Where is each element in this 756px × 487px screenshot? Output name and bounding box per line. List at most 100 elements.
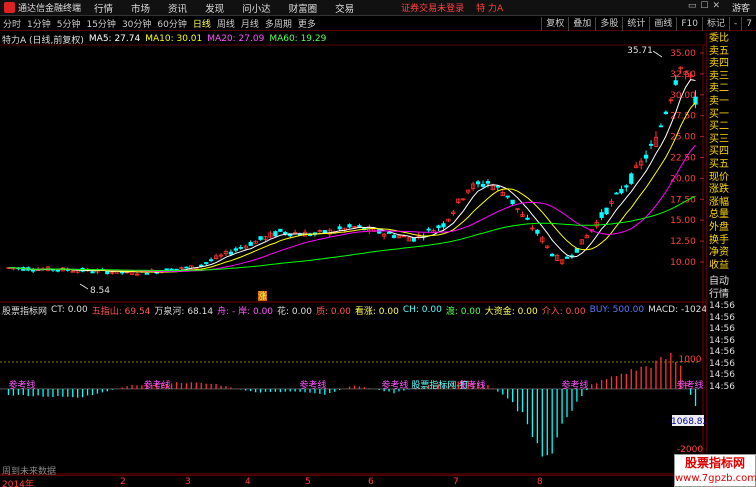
candle-body — [248, 241, 253, 246]
indicator-value: 万泉河: 68.14 — [154, 306, 214, 317]
watermark-url: www.7gpzb.com — [675, 473, 756, 484]
indicator-value: 舟: - 岸: 0.00 — [217, 306, 274, 317]
guest-label[interactable]: 游客 — [732, 1, 750, 14]
side-field-label: 涨跌 — [709, 184, 729, 196]
price-axis-label: 15.00 — [670, 216, 696, 226]
price-axis-label: 10.00 — [670, 258, 696, 268]
side-field-label: 买四 — [709, 146, 729, 158]
side-field-label: 外盘 — [709, 221, 729, 233]
tick-time: 14:56 — [709, 312, 735, 323]
candle-body — [337, 226, 342, 230]
candle-body — [475, 181, 481, 185]
time-axis: 2014年 2 3 4 5 6 7 8 — [0, 475, 706, 487]
candle-body — [55, 269, 61, 272]
close-icon[interactable]: ✕ — [712, 1, 720, 14]
ma5-line — [8, 79, 696, 273]
candle-body — [480, 183, 486, 187]
candle-body — [436, 225, 441, 229]
tool-button[interactable]: - — [729, 17, 741, 31]
candle-body — [90, 271, 95, 274]
price-axis-label: 20.00 — [670, 174, 696, 184]
candle-body — [174, 268, 179, 271]
high-price-label: 35.71 — [627, 46, 653, 56]
app-window: 通达信金融终端 行情 市场 资讯 发现 问小达 财富圈 交易 证券交易未登录 特… — [0, 0, 756, 487]
side-field-label: 现价 — [709, 171, 729, 183]
indicator-value: MACD: -1024.68 — [648, 305, 706, 315]
price-axis-label: 35.00 — [670, 49, 696, 59]
ma10-line — [8, 102, 696, 273]
indicator-line: 股票指标网 CT: 0.00 五指山: 69.54 万泉河: 68.14 舟: - 岸:… — [0, 304, 706, 316]
candle-body — [238, 247, 243, 249]
time-axis-label: 4 — [245, 477, 251, 487]
candle-body — [599, 212, 604, 218]
candle-body — [648, 143, 654, 146]
candle-body — [535, 229, 540, 234]
tick-time: 14:56 — [709, 301, 735, 312]
candle-body — [347, 224, 352, 228]
low-price-label: 8.54 — [90, 286, 110, 296]
time-axis-label: 7 — [453, 477, 459, 487]
side-field-label: 涨幅 — [709, 196, 729, 208]
side-field-label: 卖五 — [709, 45, 729, 57]
side-field-label: 总量 — [709, 209, 729, 221]
candle-body — [411, 237, 416, 242]
side-field-label: 净资 — [709, 247, 729, 259]
quote-side-panel: 委比 卖五 卖四 卖三 卖二 卖一 买一 买二 买三 买四 买五 现价 涨跌 涨幅 总量 外盘 换手 净资 收益 自动… — [706, 33, 756, 487]
candle-body — [184, 266, 189, 269]
kline-chart[interactable]: 35.0032.5030.0027.5025.0022.5020.0017.50… — [0, 0, 706, 475]
side-field-label: 卖二 — [709, 83, 729, 95]
tool-button[interactable]: 标记 — [702, 17, 729, 31]
candle-body — [658, 125, 664, 128]
candle-body — [510, 199, 515, 205]
candle-body — [357, 225, 362, 228]
indicator-value: 介入: 0.00 — [541, 306, 586, 317]
reference-label: 参考线 — [381, 379, 408, 391]
indicator-value: 质: 0.00 — [315, 306, 351, 317]
side-tab[interactable]: 自动 — [707, 276, 756, 289]
candle-body — [495, 185, 500, 188]
macd-axis-label: 1000 — [679, 355, 702, 365]
side-field-label: 买一 — [709, 108, 729, 120]
indicator-value: CT: 0.00 — [51, 305, 88, 315]
candle-body — [619, 188, 624, 194]
candle-body — [228, 251, 234, 255]
tick-time: 14:56 — [709, 358, 735, 369]
side-field-label: 收益 — [709, 259, 729, 271]
reference-label: 参考线 — [676, 379, 703, 391]
time-axis-label: 3 — [185, 477, 191, 487]
price-axis-label: 17.50 — [670, 195, 696, 205]
indicator-watermark-label: 股票指标网-打 — [411, 379, 468, 391]
side-field-label: 换手 — [709, 234, 729, 246]
rise-label: 涨 — [258, 291, 267, 302]
side-field-label: 买五 — [709, 158, 729, 170]
candle-body — [525, 217, 530, 220]
candle-body — [144, 272, 150, 275]
candle-body — [550, 253, 555, 257]
side-field-label: 卖一 — [709, 95, 729, 107]
reference-label: 参考线 — [143, 379, 170, 391]
ma20-line — [8, 144, 696, 272]
candle-body — [574, 248, 580, 253]
reference-label: 参考线 — [561, 379, 588, 391]
reference-label: 参考线 — [8, 379, 35, 391]
reference-label: 参考线 — [299, 379, 326, 391]
watermark-title: 股票指标网 — [684, 456, 745, 470]
candle-body — [233, 248, 238, 251]
candle-body — [485, 181, 491, 184]
tick-time: 14:56 — [709, 335, 735, 346]
price-axis-label: 12.50 — [670, 237, 696, 247]
watermark: 股票指标网 www.7gpzb.com — [674, 454, 756, 487]
side-field-label: 卖四 — [709, 58, 729, 70]
candle-body — [673, 80, 678, 85]
candle-body — [391, 235, 397, 238]
indicator-value: 五指山: 69.54 — [91, 306, 151, 317]
time-axis-label: 5 — [305, 477, 311, 487]
indicator-value: 股票指标网 — [2, 306, 48, 317]
side-tab[interactable]: 行情 — [707, 289, 756, 302]
tick-time: 14:56 — [709, 324, 735, 335]
side-field-label: 买二 — [709, 121, 729, 133]
tick-time: 14:56 — [709, 370, 735, 381]
tool-button[interactable]: 7 — [741, 17, 756, 31]
indicator-value: 大资金: 0.00 — [484, 306, 538, 317]
side-field-label: 买三 — [709, 133, 729, 145]
